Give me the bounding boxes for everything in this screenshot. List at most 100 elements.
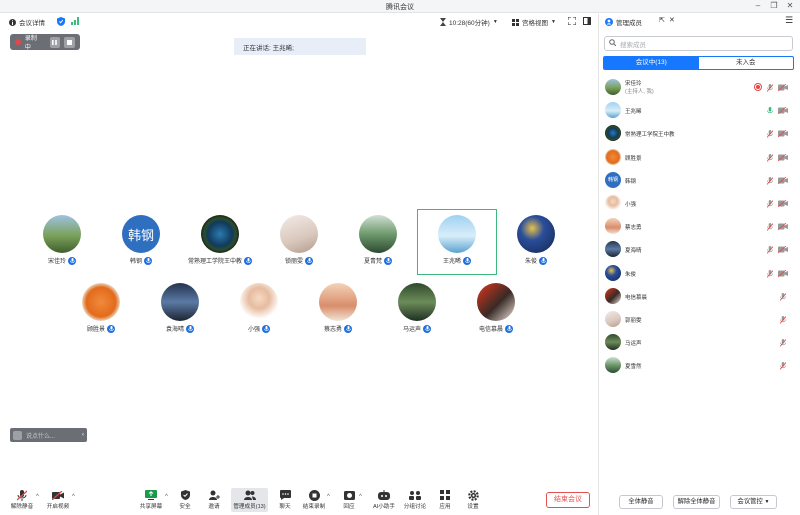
- stop-recording-button[interactable]: [64, 36, 75, 48]
- tab-not-joined[interactable]: 未入会: [699, 57, 794, 69]
- breakout-button[interactable]: 分组讨论: [402, 489, 428, 510]
- member-row[interactable]: 朱俊: [599, 262, 800, 285]
- end-recording-button[interactable]: 结束录制: [302, 489, 326, 510]
- mic-muted-icon[interactable]: [779, 292, 787, 303]
- participant-tile[interactable]: 小强: [220, 278, 298, 352]
- mic-active-icon[interactable]: [767, 107, 773, 117]
- close-icon[interactable]: ✕: [784, 1, 796, 10]
- mic-status-icon: [68, 256, 76, 265]
- menu-icon[interactable]: ☰: [785, 15, 793, 26]
- chevron-up-icon[interactable]: ^: [72, 494, 75, 500]
- mute-all-button[interactable]: 全体静音: [619, 495, 663, 509]
- member-row[interactable]: 宋佳玲 (主持人, 我): [599, 76, 800, 99]
- chevron-up-icon[interactable]: ^: [359, 494, 362, 500]
- participant-name: 锁丽雯: [284, 259, 303, 265]
- ai-assistant-button[interactable]: AI小助手: [371, 489, 397, 510]
- fullscreen-icon[interactable]: [568, 17, 576, 25]
- mic-muted-icon[interactable]: [766, 223, 774, 233]
- participant-name-row: 顾胜景: [62, 324, 140, 333]
- participant-tile[interactable]: 夏青梵: [339, 210, 417, 284]
- invite-button[interactable]: 邀请: [203, 489, 225, 510]
- chevron-up-icon[interactable]: ^: [36, 494, 39, 500]
- member-name: 夏海晴: [625, 248, 642, 255]
- minimize-icon[interactable]: –: [752, 1, 764, 10]
- unmute-button[interactable]: 解除静音: [8, 489, 36, 510]
- view-mode-button[interactable]: 宫格视图 ▼: [512, 17, 556, 27]
- member-row[interactable]: 蔡志勇: [599, 215, 800, 238]
- chevron-left-icon[interactable]: ‹: [82, 432, 84, 438]
- member-row[interactable]: 小强: [599, 192, 800, 215]
- settings-button[interactable]: 设置: [463, 489, 483, 510]
- end-meeting-button[interactable]: 结束会议: [546, 492, 590, 508]
- participant-tile[interactable]: 马运声: [378, 278, 456, 352]
- camera-off-icon[interactable]: [777, 153, 788, 163]
- mic-muted-icon[interactable]: [779, 362, 787, 372]
- popout-icon[interactable]: ⇱: [659, 16, 665, 24]
- mic-status-icon: [107, 324, 115, 333]
- mic-muted-icon[interactable]: [779, 316, 787, 326]
- member-search-input[interactable]: 搜索成员: [604, 36, 793, 51]
- participant-tile[interactable]: 常熟理工学院王中教: [181, 210, 259, 284]
- participant-tile[interactable]: 蔡志勇: [299, 278, 377, 352]
- reactions-button[interactable]: 回应: [340, 489, 358, 510]
- member-row[interactable]: 夏雪然: [599, 354, 800, 377]
- manage-members-button[interactable]: 管理成员(13): [231, 488, 268, 512]
- member-name: 顾胜景: [625, 155, 642, 162]
- start-video-button[interactable]: 开启视频: [44, 489, 72, 510]
- mic-muted-icon[interactable]: [766, 84, 774, 94]
- member-row[interactable]: 韩钢 韩钢: [599, 169, 800, 192]
- close-panel-icon[interactable]: ✕: [669, 16, 675, 24]
- mic-muted-icon[interactable]: [766, 246, 774, 256]
- bottom-toolbar: 解除静音 ^ 开启视频 ^ 共享屏幕 ^ 安全 邀请 管理成员(13) 聊天 结…: [0, 485, 598, 515]
- security-button[interactable]: 安全: [174, 489, 196, 510]
- participant-tile[interactable]: 宋佳玲: [23, 210, 101, 284]
- restore-icon[interactable]: ❐: [768, 1, 780, 10]
- meeting-info-button[interactable]: 会议详情: [9, 17, 45, 27]
- mic-muted-icon[interactable]: [766, 176, 774, 187]
- chevron-up-icon[interactable]: ^: [165, 494, 168, 500]
- side-panel-icon[interactable]: [583, 17, 591, 25]
- participant-tile[interactable]: 王兆晞: [417, 209, 497, 275]
- participant-tile[interactable]: 锁丽雯: [260, 210, 338, 284]
- mic-muted-icon[interactable]: [766, 269, 774, 280]
- camera-off-icon[interactable]: [777, 199, 788, 209]
- camera-off-icon[interactable]: [777, 130, 788, 139]
- member-row[interactable]: 电信慕晨: [599, 285, 800, 308]
- member-row[interactable]: 常熟理工学院王中教: [599, 122, 800, 145]
- recording-indicator[interactable]: 录制中: [10, 34, 80, 51]
- camera-off-icon[interactable]: [777, 106, 788, 116]
- meeting-timer[interactable]: 10:28(60分钟) ▼: [440, 17, 498, 27]
- chevron-up-icon[interactable]: ^: [327, 494, 330, 500]
- camera-off-icon[interactable]: [777, 83, 788, 93]
- participant-tile[interactable]: 韩钢 韩钢: [102, 210, 180, 284]
- meeting-controls-button[interactable]: 会议管控 ▼: [730, 495, 777, 509]
- participant-tile[interactable]: 朱俊: [497, 210, 575, 284]
- chat-input[interactable]: 说点什么... ‹: [10, 428, 87, 442]
- camera-off-icon[interactable]: [777, 246, 788, 255]
- participant-tile[interactable]: 顾胜景: [62, 278, 140, 352]
- camera-off-icon[interactable]: [777, 176, 788, 186]
- tab-in-meeting[interactable]: 会议中(13): [604, 57, 699, 69]
- camera-off-icon[interactable]: [777, 269, 788, 279]
- member-row[interactable]: 马运声: [599, 331, 800, 354]
- mic-muted-icon[interactable]: [766, 200, 774, 210]
- mic-muted-icon[interactable]: [766, 153, 774, 164]
- shield-icon[interactable]: [57, 17, 65, 26]
- signal-icon[interactable]: [71, 17, 79, 25]
- participant-name-row: 小强: [220, 324, 298, 333]
- member-row[interactable]: 王兆晞: [599, 99, 800, 122]
- member-row[interactable]: 郭丽雯: [599, 308, 800, 331]
- share-screen-button[interactable]: 共享屏幕: [137, 489, 165, 510]
- chat-button[interactable]: 聊天: [275, 489, 295, 510]
- unmute-all-button[interactable]: 解除全体静音: [673, 495, 720, 509]
- participant-tile[interactable]: 袁海晴: [141, 278, 219, 352]
- participant-name-row: 王兆晞: [418, 256, 496, 265]
- camera-off-icon[interactable]: [777, 222, 788, 232]
- mic-muted-icon[interactable]: [779, 339, 787, 349]
- mic-muted-icon[interactable]: [766, 130, 774, 140]
- member-row[interactable]: 夏海晴: [599, 238, 800, 261]
- apps-button[interactable]: 应用: [435, 489, 455, 510]
- member-row[interactable]: 顾胜景: [599, 146, 800, 169]
- pause-recording-button[interactable]: [49, 36, 61, 48]
- participant-tile[interactable]: 电信慕晨: [457, 278, 535, 352]
